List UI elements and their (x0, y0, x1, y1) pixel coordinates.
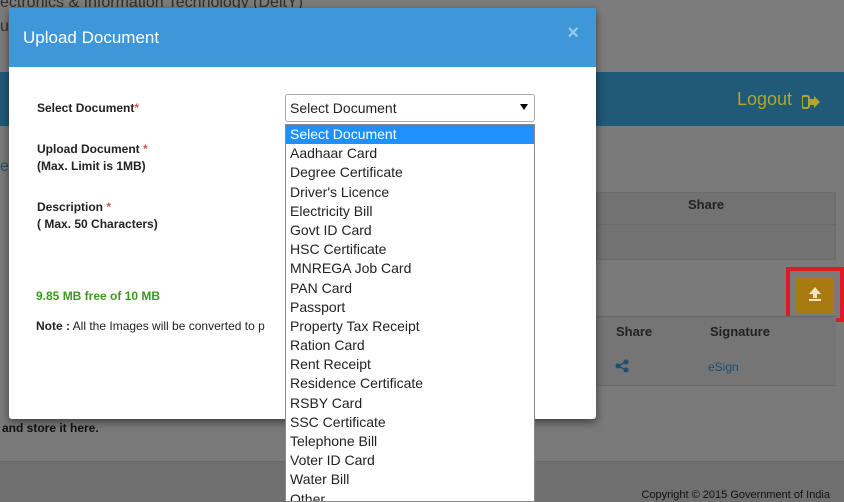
esign-link[interactable]: eSign (708, 360, 739, 374)
required-mark: * (134, 101, 140, 115)
dropdown-option[interactable]: Other (286, 490, 534, 501)
note-body: All the Images will be converted to p (72, 319, 265, 333)
signature-column-header: Signature (710, 324, 770, 339)
dropdown-option[interactable]: Rent Receipt (286, 355, 534, 374)
logout-label: Logout (736, 89, 792, 109)
description-limit-hint: ( Max. 50 Characters) (37, 217, 158, 231)
dropdown-option[interactable]: Electricity Bill (286, 202, 534, 221)
dropdown-option[interactable]: Select Document (286, 125, 534, 145)
description-label: Description * ( Max. 50 Characters) (37, 200, 158, 231)
upload-button-highlight (786, 267, 844, 322)
document-options-list: Select Document Aadhaar Card Degree Certif… (285, 124, 535, 502)
storage-free-text: 9.85 MB free of 10 MB (36, 289, 161, 303)
modal-header: Upload Document × (9, 8, 596, 67)
table-divider (596, 224, 836, 225)
upload-document-label: Upload Document * (Max. Limit is 1MB) (37, 142, 148, 173)
required-mark: * (106, 200, 112, 214)
side-link-fragment[interactable]: e (0, 158, 9, 176)
dropdown-option[interactable]: Voter ID Card (286, 451, 534, 470)
dropdown-option[interactable]: Driver's Licence (286, 183, 534, 202)
caret-down-icon (520, 104, 528, 110)
dropdown-option[interactable]: Aadhaar Card (286, 144, 534, 163)
dropdown-option[interactable]: Govt ID Card (286, 221, 534, 240)
dropdown-option[interactable]: Ration Card (286, 336, 534, 355)
note-label: Note : (36, 319, 70, 333)
sign-out-icon (801, 93, 820, 109)
dropdown-option[interactable]: SSC Certificate (286, 413, 534, 432)
select-current-value: Select Document (290, 100, 397, 116)
page-description-fragment: and store it here. (2, 421, 99, 435)
dropdown-option[interactable]: HSC Certificate (286, 240, 534, 259)
share-icon[interactable] (615, 359, 629, 373)
logout-link[interactable]: Logout (737, 89, 820, 110)
dropdown-option[interactable]: RSBY Card (286, 394, 534, 413)
upload-limit-hint: (Max. Limit is 1MB) (37, 159, 146, 173)
note-text: Note : All the Images will be converted … (36, 319, 296, 333)
dropdown-option[interactable]: Telephone Bill (286, 432, 534, 451)
dropdown-option[interactable]: Passport (286, 298, 534, 317)
select-document-dropdown[interactable]: Select Document (285, 94, 535, 122)
select-document-label: Select Document* (37, 101, 140, 115)
dropdown-option[interactable]: Degree Certificate (286, 163, 534, 182)
dropdown-option[interactable]: PAN Card (286, 279, 534, 298)
dropdown-option[interactable]: Water Bill (286, 470, 534, 489)
dropdown-option[interactable]: Residence Certificate (286, 374, 534, 393)
dropdown-option[interactable]: MNREGA Job Card (286, 259, 534, 278)
upload-button[interactable] (796, 277, 834, 313)
modal-title: Upload Document (23, 28, 160, 47)
share-column-header: Share (616, 324, 653, 339)
copyright-text: Copyright © 2015 Government of India (641, 489, 831, 501)
dropdown-option[interactable]: Property Tax Receipt (286, 317, 534, 336)
close-icon[interactable]: × (567, 22, 579, 45)
upload-icon (808, 286, 822, 302)
share-column-header: Share (688, 197, 725, 212)
required-mark: * (143, 142, 148, 156)
org-name-second-line: u (0, 18, 9, 35)
